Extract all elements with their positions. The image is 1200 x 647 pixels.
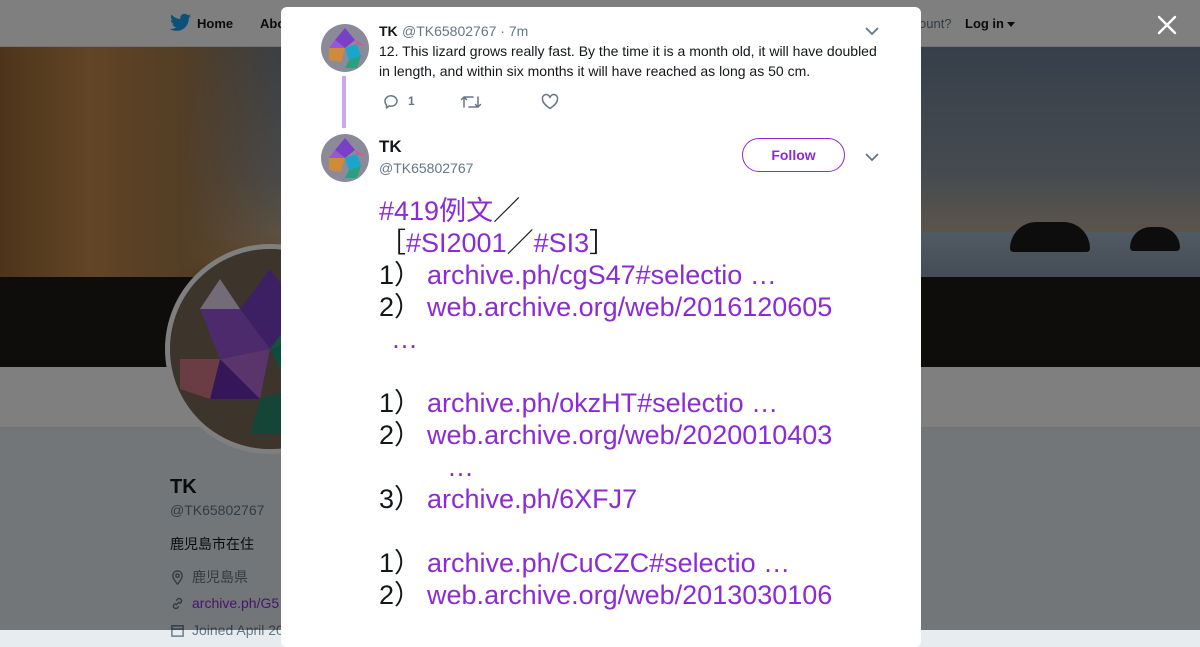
item-number: 1） xyxy=(379,388,422,418)
archive-link[interactable]: web.archive.org/web/2013030106 xyxy=(427,580,832,610)
archive-link[interactable]: archive.ph/CuCZC#selectio … xyxy=(427,548,790,578)
thread-tweet-handle: @TK65802767 xyxy=(402,23,497,39)
avatar-art xyxy=(321,24,369,72)
hashtag-link[interactable]: #SI2001 xyxy=(406,228,507,258)
follow-button[interactable]: Follow xyxy=(742,138,845,172)
chevron-down-icon[interactable] xyxy=(865,152,879,162)
item-number: 2） xyxy=(379,420,422,450)
reply-count: 1 xyxy=(408,94,415,108)
archive-link[interactable]: web.archive.org/web/2020010403 xyxy=(427,420,832,450)
tweet-list-item: 2） web.archive.org/web/2016120605 xyxy=(379,291,832,323)
tweet-line-hashtag: #419例文／ xyxy=(379,195,520,227)
reply-button[interactable] xyxy=(382,93,400,111)
item-number: 1） xyxy=(379,260,422,290)
tweet-modal: TK @TK65802767 · 7m 12. This lizard grow… xyxy=(281,7,921,647)
thread-connector-line xyxy=(342,76,346,128)
bracket-open: ［ xyxy=(379,228,406,258)
reply-icon xyxy=(384,95,398,109)
archive-link[interactable]: archive.ph/okzHT#selectio … xyxy=(427,388,778,418)
separator: ／ xyxy=(493,196,521,226)
close-icon[interactable] xyxy=(1155,13,1179,37)
thread-tweet-meta[interactable]: @TK65802767 · 7m xyxy=(402,23,528,39)
bracket-close: ］ xyxy=(589,228,617,258)
retweet-icon xyxy=(460,96,482,108)
tweet-list-item: 2） web.archive.org/web/2013030106 xyxy=(379,579,832,611)
main-tweet-author-name[interactable]: TK xyxy=(379,137,402,157)
archive-link[interactable]: archive.ph/cgS47#selectio … xyxy=(427,260,777,290)
like-icon xyxy=(541,93,559,110)
item-number: 3） xyxy=(379,484,422,514)
thread-tweet-avatar[interactable] xyxy=(321,24,369,72)
main-tweet-avatar[interactable] xyxy=(321,134,369,182)
tweet-line-hashtags: ［#SI2001／#SI3］ xyxy=(379,227,616,259)
main-tweet-handle[interactable]: @TK65802767 xyxy=(379,160,473,176)
tweet-list-item: 2） web.archive.org/web/2020010403 xyxy=(379,419,832,451)
tweet-list-item: 1） archive.ph/okzHT#selectio … xyxy=(379,387,778,419)
thread-tweet-author-name[interactable]: TK xyxy=(379,23,398,39)
thread-tweet-text: 12. This lizard grows really fast. By th… xyxy=(379,43,877,79)
tweet-list-item: 1） archive.ph/cgS47#selectio … xyxy=(379,259,777,291)
tweet-list-item: 3） archive.ph/6XFJ7 xyxy=(379,483,637,515)
hashtag-link[interactable]: #419例文 xyxy=(379,196,493,226)
item-number: 1） xyxy=(379,548,422,578)
tweet-list-item: … xyxy=(447,451,474,483)
chevron-down-icon[interactable] xyxy=(865,26,879,36)
archive-link-ellipsis[interactable]: … xyxy=(447,452,474,482)
archive-link[interactable]: archive.ph/6XFJ7 xyxy=(427,484,637,514)
thread-tweet-time: · 7m xyxy=(500,23,529,39)
avatar-art xyxy=(321,134,369,182)
separator: ／ xyxy=(506,228,534,258)
retweet-button[interactable] xyxy=(460,93,482,111)
archive-link[interactable]: web.archive.org/web/2016120605 xyxy=(427,292,832,322)
archive-link-ellipsis[interactable]: … xyxy=(391,324,418,354)
tweet-list-item: 1） archive.ph/CuCZC#selectio … xyxy=(379,547,790,579)
item-number: 2） xyxy=(379,580,422,610)
tweet-list-item: … xyxy=(391,323,418,355)
like-button[interactable] xyxy=(541,93,559,111)
hashtag-link[interactable]: #SI3 xyxy=(534,228,590,258)
item-number: 2） xyxy=(379,292,422,322)
